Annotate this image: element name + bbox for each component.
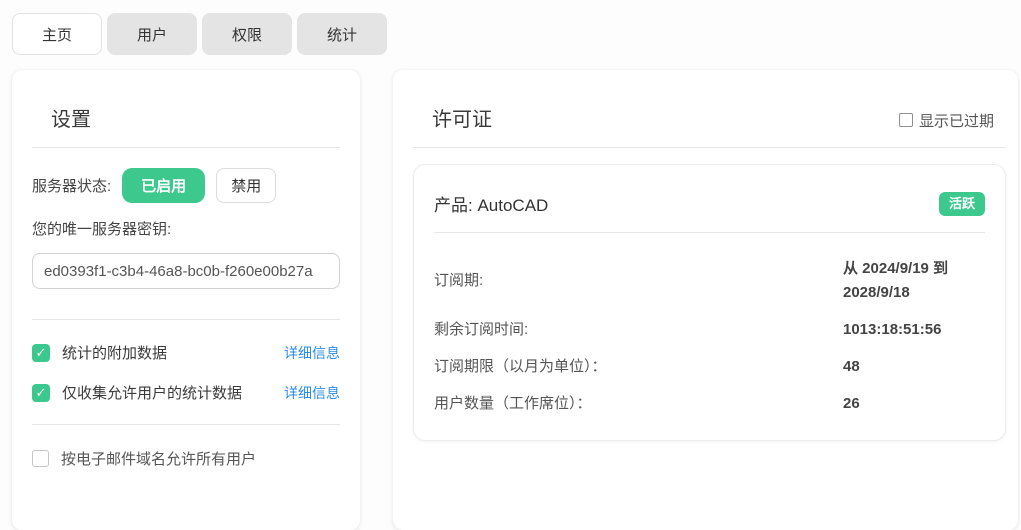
- detail-label: 订阅期:: [434, 271, 843, 291]
- divider: [413, 147, 1006, 148]
- server-status-label: 服务器状态:: [32, 175, 111, 196]
- detail-label: 订阅期限（以月为单位）：: [434, 357, 843, 377]
- details-link[interactable]: 详细信息: [284, 343, 340, 363]
- licenses-header: 许可证 显示已过期: [413, 70, 1006, 132]
- checkbox-label: 按电子邮件域名允许所有用户: [61, 448, 256, 469]
- licenses-panel: 许可证 显示已过期 产品: AutoCAD 活跃 订阅期: 从 2024/9/1…: [393, 70, 1018, 530]
- licenses-title: 许可证: [432, 108, 492, 132]
- divider: [32, 424, 340, 425]
- detail-value: 从 2024/9/19 到 2028/9/18: [843, 257, 985, 305]
- checkbox-checked-icon[interactable]: ✓: [32, 384, 50, 402]
- checkbox-row-allowed-users-stats: ✓ 仅收集允许用户的统计数据 详细信息: [32, 382, 340, 403]
- product-name: 产品: AutoCAD: [434, 191, 548, 216]
- status-badge: 活跃: [939, 192, 985, 216]
- server-key-input[interactable]: [32, 253, 340, 289]
- enabled-button[interactable]: 已启用: [122, 168, 205, 203]
- divider: [32, 319, 340, 320]
- show-expired-label: 显示已过期: [919, 110, 994, 131]
- tab-users[interactable]: 用户: [107, 13, 197, 55]
- tab-bar: 主页 用户 权限 统计: [12, 13, 387, 55]
- details-link[interactable]: 详细信息: [284, 383, 340, 403]
- divider: [32, 147, 340, 148]
- checkbox-label: 统计的附加数据: [62, 342, 167, 363]
- checkbox-unchecked-icon[interactable]: [32, 450, 49, 467]
- detail-row-term-months: 订阅期限（以月为单位）： 48: [434, 355, 985, 379]
- detail-row-user-seats: 用户数量（工作席位）： 26: [434, 392, 985, 416]
- show-expired-toggle[interactable]: 显示已过期: [899, 110, 994, 131]
- checkbox-checked-icon[interactable]: ✓: [32, 344, 50, 362]
- detail-value: 26: [843, 392, 985, 416]
- license-details: 订阅期: 从 2024/9/19 到 2028/9/18 剩余订阅时间: 101…: [434, 257, 985, 416]
- detail-value: 1013:18:51:56: [843, 318, 985, 342]
- license-card: 产品: AutoCAD 活跃 订阅期: 从 2024/9/19 到 2028/9…: [413, 164, 1006, 441]
- tab-permissions[interactable]: 权限: [202, 13, 292, 55]
- tab-home[interactable]: 主页: [12, 13, 102, 55]
- checkbox-label: 仅收集允许用户的统计数据: [62, 382, 242, 403]
- checkbox-row-extra-stats: ✓ 统计的附加数据 详细信息: [32, 342, 340, 363]
- checkbox-row-allow-by-domain: 按电子邮件域名允许所有用户: [32, 448, 340, 469]
- settings-title: 设置: [51, 70, 340, 132]
- product-row: 产品: AutoCAD 活跃: [434, 165, 985, 216]
- settings-panel: 设置 服务器状态: 已启用 禁用 您的唯一服务器密钥: ✓ 统计的附加数据 详细…: [12, 70, 360, 530]
- detail-row-subscription-period: 订阅期: 从 2024/9/19 到 2028/9/18: [434, 257, 985, 305]
- detail-row-remaining-time: 剩余订阅时间: 1013:18:51:56: [434, 318, 985, 342]
- checkbox-unchecked-icon[interactable]: [899, 113, 913, 127]
- tab-statistics[interactable]: 统计: [297, 13, 387, 55]
- server-key-label: 您的唯一服务器密钥:: [32, 218, 340, 239]
- disable-button[interactable]: 禁用: [216, 168, 276, 203]
- detail-label: 用户数量（工作席位）：: [434, 394, 843, 414]
- detail-label: 剩余订阅时间:: [434, 320, 843, 340]
- divider: [434, 232, 985, 233]
- server-status-row: 服务器状态: 已启用 禁用: [32, 168, 340, 203]
- detail-value: 48: [843, 355, 985, 379]
